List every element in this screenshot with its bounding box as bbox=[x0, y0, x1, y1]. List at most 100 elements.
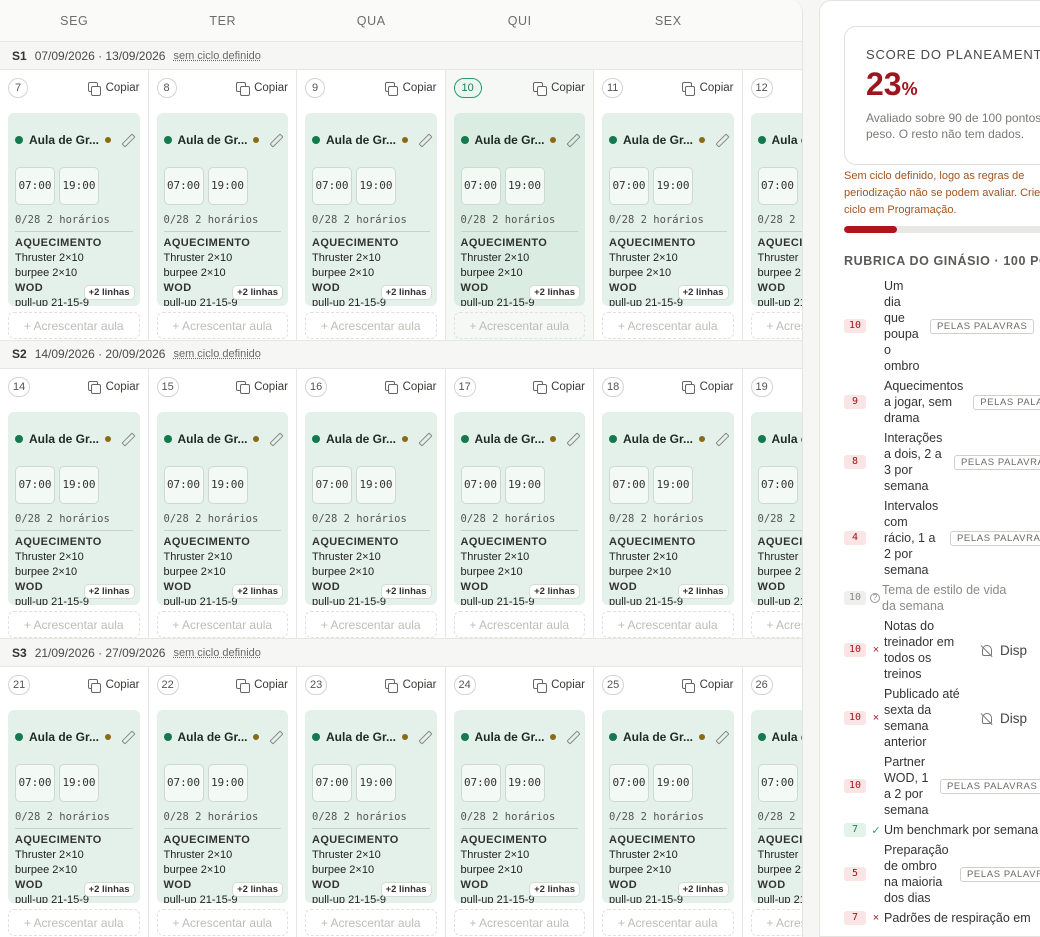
time-slot[interactable]: 07:00 bbox=[460, 167, 501, 205]
pencil-icon[interactable] bbox=[121, 134, 133, 146]
class-card[interactable]: Aula de Gr... 07:0019:00 0/28 2 horários AQ… bbox=[8, 710, 140, 903]
pencil-icon[interactable] bbox=[121, 433, 133, 445]
copy-day-button[interactable]: Copiar bbox=[681, 82, 734, 96]
time-slot[interactable]: 19:00 bbox=[59, 764, 99, 802]
add-class-button[interactable]: + Acrescentar aula bbox=[305, 909, 437, 936]
time-slot[interactable]: 19:00 bbox=[504, 465, 545, 504]
time-slot[interactable]: 07:00 bbox=[757, 167, 798, 205]
copy-day-button[interactable]: Copiar bbox=[236, 82, 288, 96]
pencil-icon[interactable] bbox=[715, 731, 727, 743]
add-class-button[interactable]: + Acrescentar aula bbox=[602, 312, 734, 339]
time-slot[interactable]: 19:00 bbox=[504, 167, 545, 205]
copy-day-button[interactable]: Copiar bbox=[533, 679, 585, 693]
add-class-button[interactable]: + Acrescentar aula bbox=[156, 909, 288, 936]
more-lines-badge[interactable]: +2 linhas bbox=[84, 286, 134, 299]
class-card[interactable]: Aula de Gr... 07:0019:00 0/28 2 horários AQ… bbox=[8, 411, 140, 605]
add-class-button[interactable]: + Acrescentar aula bbox=[305, 610, 437, 638]
add-class-button[interactable]: + Acrescentar aula bbox=[453, 909, 585, 936]
time-slot[interactable]: 19:00 bbox=[59, 465, 99, 504]
add-class-button[interactable]: + Acrescentar aula bbox=[602, 909, 734, 936]
time-slot[interactable]: 19:00 bbox=[207, 764, 248, 802]
time-slot[interactable]: 19:00 bbox=[801, 465, 802, 504]
more-lines-badge[interactable]: +2 linhas bbox=[233, 286, 282, 299]
more-lines-badge[interactable]: +2 linhas bbox=[678, 883, 728, 896]
time-slot[interactable]: 19:00 bbox=[504, 764, 545, 802]
time-slot[interactable]: 19:00 bbox=[207, 167, 248, 205]
time-slot[interactable]: 19:00 bbox=[653, 764, 693, 802]
pencil-icon[interactable] bbox=[269, 433, 281, 445]
time-slot[interactable]: 07:00 bbox=[15, 465, 55, 504]
pencil-icon[interactable] bbox=[121, 731, 133, 743]
time-slot[interactable]: 07:00 bbox=[460, 764, 501, 802]
time-slot[interactable]: 19:00 bbox=[356, 465, 396, 504]
week-cycle-link[interactable]: sem ciclo definido bbox=[173, 348, 260, 360]
add-class-button[interactable]: + Acrescentar aula bbox=[453, 312, 585, 339]
rubric-disp[interactable]: Disp bbox=[982, 711, 1027, 726]
time-slot[interactable]: 19:00 bbox=[207, 465, 248, 504]
pencil-icon[interactable] bbox=[269, 134, 281, 146]
week-cycle-link[interactable]: sem ciclo definido bbox=[173, 50, 260, 62]
time-slot[interactable]: 07:00 bbox=[163, 167, 204, 205]
pencil-icon[interactable] bbox=[715, 134, 727, 146]
more-lines-badge[interactable]: +2 linhas bbox=[233, 883, 282, 896]
time-slot[interactable]: 07:00 bbox=[609, 465, 649, 504]
more-lines-badge[interactable]: +2 linhas bbox=[678, 584, 728, 598]
time-slot[interactable]: 07:00 bbox=[15, 167, 55, 205]
week-cycle-link[interactable]: sem ciclo definido bbox=[173, 647, 260, 659]
more-lines-badge[interactable]: +2 linhas bbox=[530, 883, 579, 896]
copy-day-button[interactable]: Copiar bbox=[87, 82, 140, 96]
copy-day-button[interactable]: Copiar bbox=[681, 380, 734, 394]
copy-day-button[interactable]: Copiar bbox=[681, 679, 734, 693]
copy-day-button[interactable]: Copiar bbox=[384, 679, 437, 693]
class-card[interactable]: Aula de Gr... 07:0019:00 0/28 2 horários AQ… bbox=[602, 113, 734, 306]
time-slot[interactable]: 19:00 bbox=[59, 167, 99, 205]
time-slot[interactable]: 07:00 bbox=[312, 167, 352, 205]
time-slot[interactable]: 07:00 bbox=[312, 764, 352, 802]
pencil-icon[interactable] bbox=[566, 731, 578, 743]
class-card[interactable]: Aula de Gr... 07:0019:00 0/28 2 horários AQ… bbox=[453, 113, 585, 306]
class-card[interactable]: Aula de Gr... 07:0019:00 0/28 2 horários AQ… bbox=[305, 113, 437, 306]
time-slot[interactable]: 07:00 bbox=[163, 465, 204, 504]
time-slot[interactable]: 07:00 bbox=[609, 167, 649, 205]
time-slot[interactable]: 19:00 bbox=[356, 764, 396, 802]
add-class-button[interactable]: + Acrescentar aula bbox=[8, 312, 140, 339]
add-class-button[interactable]: + Acrescentar aula bbox=[750, 909, 802, 936]
add-class-button[interactable]: + Acrescentar aula bbox=[8, 909, 140, 936]
class-card[interactable]: Aula de Gr... 07:0019:00 0/28 2 horários AQ… bbox=[750, 411, 802, 605]
more-lines-badge[interactable]: +2 linhas bbox=[530, 584, 579, 598]
copy-day-button[interactable]: Copiar bbox=[87, 380, 140, 394]
add-class-button[interactable]: + Acrescentar aula bbox=[156, 312, 288, 339]
class-card[interactable]: Aula de Gr... 07:0019:00 0/28 2 horários AQ… bbox=[156, 113, 288, 306]
class-card[interactable]: Aula de Gr... 07:0019:00 0/28 2 horários AQ… bbox=[305, 710, 437, 903]
add-class-button[interactable]: + Acrescentar aula bbox=[156, 610, 288, 638]
class-card[interactable]: Aula de Gr... 07:0019:00 0/28 2 horários AQ… bbox=[453, 411, 585, 605]
time-slot[interactable]: 07:00 bbox=[15, 764, 55, 802]
more-lines-badge[interactable]: +2 linhas bbox=[381, 286, 431, 299]
copy-day-button[interactable]: Copiar bbox=[384, 82, 437, 96]
class-card[interactable]: Aula de Gr... 07:0019:00 0/28 2 horários AQ… bbox=[750, 710, 802, 903]
copy-day-button[interactable]: Copiar bbox=[533, 380, 585, 394]
pencil-icon[interactable] bbox=[566, 433, 578, 445]
time-slot[interactable]: 07:00 bbox=[460, 465, 501, 504]
time-slot[interactable]: 07:00 bbox=[757, 764, 798, 802]
time-slot[interactable]: 19:00 bbox=[653, 465, 693, 504]
copy-day-button[interactable]: Copiar bbox=[87, 679, 140, 693]
time-slot[interactable]: 19:00 bbox=[356, 167, 396, 205]
copy-day-button[interactable]: Copiar bbox=[533, 82, 585, 96]
copy-day-button[interactable]: Copiar bbox=[236, 380, 288, 394]
add-class-button[interactable]: + Acrescentar aula bbox=[8, 610, 140, 638]
copy-day-button[interactable]: Copiar bbox=[236, 679, 288, 693]
more-lines-badge[interactable]: +2 linhas bbox=[84, 584, 134, 598]
time-slot[interactable]: 07:00 bbox=[609, 764, 649, 802]
rubric-disp[interactable]: Disp bbox=[982, 643, 1027, 658]
time-slot[interactable]: 19:00 bbox=[653, 167, 693, 205]
more-lines-badge[interactable]: +2 linhas bbox=[530, 286, 579, 299]
class-card[interactable]: Aula de Gr... 07:0019:00 0/28 2 horários AQ… bbox=[156, 411, 288, 605]
more-lines-badge[interactable]: +2 linhas bbox=[381, 883, 431, 896]
time-slot[interactable]: 07:00 bbox=[757, 465, 798, 504]
class-card[interactable]: Aula de Gr... 07:0019:00 0/28 2 horários AQ… bbox=[453, 710, 585, 903]
time-slot[interactable]: 07:00 bbox=[163, 764, 204, 802]
class-card[interactable]: Aula de Gr... 07:0019:00 0/28 2 horários AQ… bbox=[602, 411, 734, 605]
time-slot[interactable]: 19:00 bbox=[801, 167, 802, 205]
pencil-icon[interactable] bbox=[418, 731, 430, 743]
